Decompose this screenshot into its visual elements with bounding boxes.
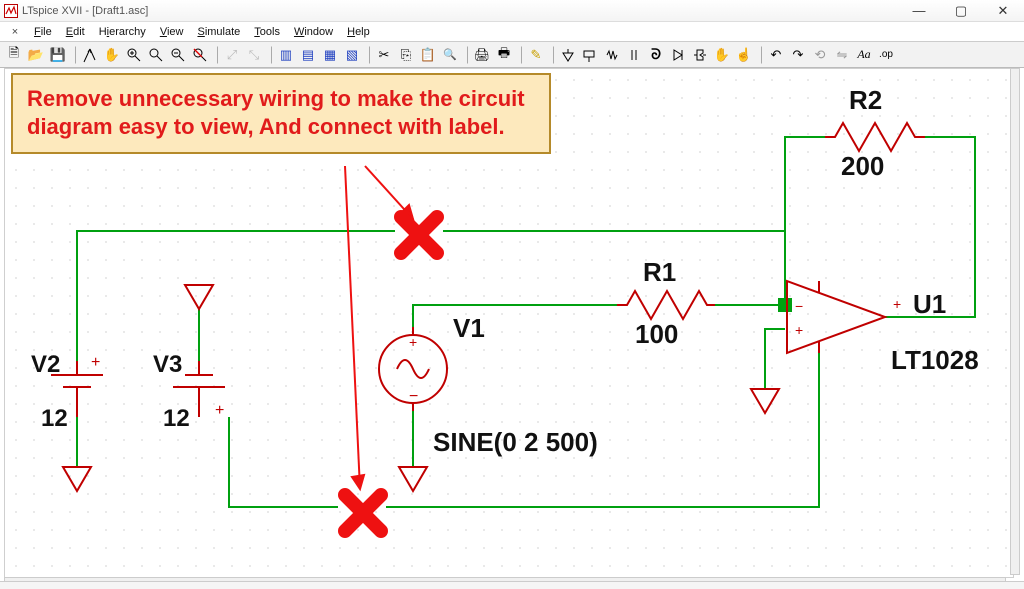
sep xyxy=(268,46,272,64)
new-icon[interactable]: 🗎 xyxy=(4,45,24,65)
resistor-icon[interactable] xyxy=(602,45,622,65)
label-icon[interactable] xyxy=(580,45,600,65)
schematic-canvas[interactable]: + + + − − + xyxy=(4,68,1014,578)
autorange-y-icon[interactable]: ⤡ xyxy=(244,45,264,65)
ground-symbols xyxy=(63,285,779,491)
capacitor-icon[interactable] xyxy=(624,45,644,65)
menu-file[interactable]: File xyxy=(28,24,58,40)
sep xyxy=(72,46,76,64)
window-title: LTspice XVII - [Draft1.asc] xyxy=(22,5,148,17)
tile4-icon[interactable]: ▧ xyxy=(342,45,362,65)
svg-text:+: + xyxy=(409,334,417,350)
menu-simulate[interactable]: Simulate xyxy=(191,24,246,40)
r2-name[interactable]: R2 xyxy=(849,85,882,116)
tile3-icon[interactable]: ▦ xyxy=(320,45,340,65)
menu-hierarchy[interactable]: Hierarchy xyxy=(93,24,152,40)
scrollbar-vertical[interactable] xyxy=(1010,68,1020,575)
menu-view[interactable]: View xyxy=(154,24,190,40)
v1-value[interactable]: SINE(0 2 500) xyxy=(433,427,598,458)
sep xyxy=(550,46,554,64)
svg-text:+: + xyxy=(91,354,100,371)
app-icon xyxy=(4,4,18,18)
tile2-icon[interactable]: ▤ xyxy=(298,45,318,65)
svg-text:+: + xyxy=(215,402,224,419)
zoom-in-icon[interactable] xyxy=(124,45,144,65)
v1-symbol: + − xyxy=(379,327,447,411)
annotation-note: Remove unnecessary wiring to make the ci… xyxy=(11,73,551,154)
v2-name[interactable]: V2 xyxy=(31,351,60,379)
menu-edit[interactable]: Edit xyxy=(60,24,91,40)
window-maximize-button[interactable]: ▢ xyxy=(940,0,982,22)
svg-text:−: − xyxy=(409,388,418,405)
move-icon[interactable]: ✋ xyxy=(712,45,732,65)
print-setup-icon[interactable]: 🖶 xyxy=(494,45,514,65)
wire-icon[interactable]: ✎ xyxy=(526,45,546,65)
u1-value[interactable]: LT1028 xyxy=(891,345,979,376)
svg-text:−: − xyxy=(795,298,803,314)
zoom-pan-icon[interactable] xyxy=(146,45,166,65)
menubar: × File Edit Hierarchy View Simulate Tool… xyxy=(0,22,1024,42)
menu-window[interactable]: Window xyxy=(288,24,339,40)
open-icon[interactable]: 📂 xyxy=(26,45,46,65)
sep xyxy=(464,46,468,64)
undo-icon[interactable]: ↶ xyxy=(766,45,786,65)
sep xyxy=(518,46,522,64)
u1-name[interactable]: U1 xyxy=(913,289,946,320)
r2-value[interactable]: 200 xyxy=(841,151,884,182)
window-close-button[interactable]: ✕ xyxy=(982,0,1024,22)
drag-icon[interactable]: ☝ xyxy=(734,45,754,65)
tile1-icon[interactable]: ▥ xyxy=(276,45,296,65)
sep xyxy=(214,46,218,64)
save-icon[interactable]: 💾 xyxy=(48,45,68,65)
v2-value[interactable]: 12 xyxy=(41,405,68,433)
halt-icon[interactable]: ✋ xyxy=(102,45,122,65)
zoom-full-icon[interactable] xyxy=(190,45,210,65)
autorange-x-icon[interactable]: ⤢ xyxy=(222,45,242,65)
titlebar: LTspice XVII - [Draft1.asc] — ▢ ✕ xyxy=(0,0,1024,22)
component-icon[interactable] xyxy=(690,45,710,65)
sep xyxy=(758,46,762,64)
svg-text:+: + xyxy=(795,322,803,338)
inductor-icon[interactable]: ᘐ xyxy=(646,45,666,65)
copy-icon[interactable]: ⎘ xyxy=(396,45,416,65)
text-icon[interactable]: Aa xyxy=(854,45,874,65)
r1-symbol xyxy=(617,291,715,319)
statusbar xyxy=(0,581,1024,589)
svg-text:+: + xyxy=(893,296,901,312)
r2-symbol xyxy=(825,123,925,151)
mirror-icon[interactable]: ⇋ xyxy=(832,45,852,65)
doc-close-icon[interactable]: × xyxy=(8,26,22,38)
v3-value[interactable]: 12 xyxy=(163,405,190,433)
r1-name[interactable]: R1 xyxy=(643,257,676,288)
rotate-icon[interactable]: ⟲ xyxy=(810,45,830,65)
cut-icon[interactable]: ✂ xyxy=(374,45,394,65)
toolbar: 🗎 📂 💾 ✋ ⤢ ⤡ ▥ ▤ ▦ ▧ ✂ ⎘ 📋 🔍 🖨 🖶 ✎ ᘐ xyxy=(0,42,1024,68)
find-icon[interactable]: 🔍 xyxy=(440,45,460,65)
redo-icon[interactable]: ↷ xyxy=(788,45,808,65)
r1-value[interactable]: 100 xyxy=(635,319,678,350)
menu-tools[interactable]: Tools xyxy=(248,24,286,40)
opamp-symbol: − + + xyxy=(787,281,901,353)
window-minimize-button[interactable]: — xyxy=(898,0,940,22)
paste-icon[interactable]: 📋 xyxy=(418,45,438,65)
sep xyxy=(366,46,370,64)
spice-directive-icon[interactable]: .op xyxy=(876,45,896,65)
diode-icon[interactable] xyxy=(668,45,688,65)
print-icon[interactable]: 🖨 xyxy=(472,45,492,65)
v3-name[interactable]: V3 xyxy=(153,351,182,379)
v1-name[interactable]: V1 xyxy=(453,313,485,344)
menu-help[interactable]: Help xyxy=(341,24,376,40)
gnd-icon[interactable] xyxy=(558,45,578,65)
zoom-out-icon[interactable] xyxy=(168,45,188,65)
run-icon[interactable] xyxy=(80,45,100,65)
